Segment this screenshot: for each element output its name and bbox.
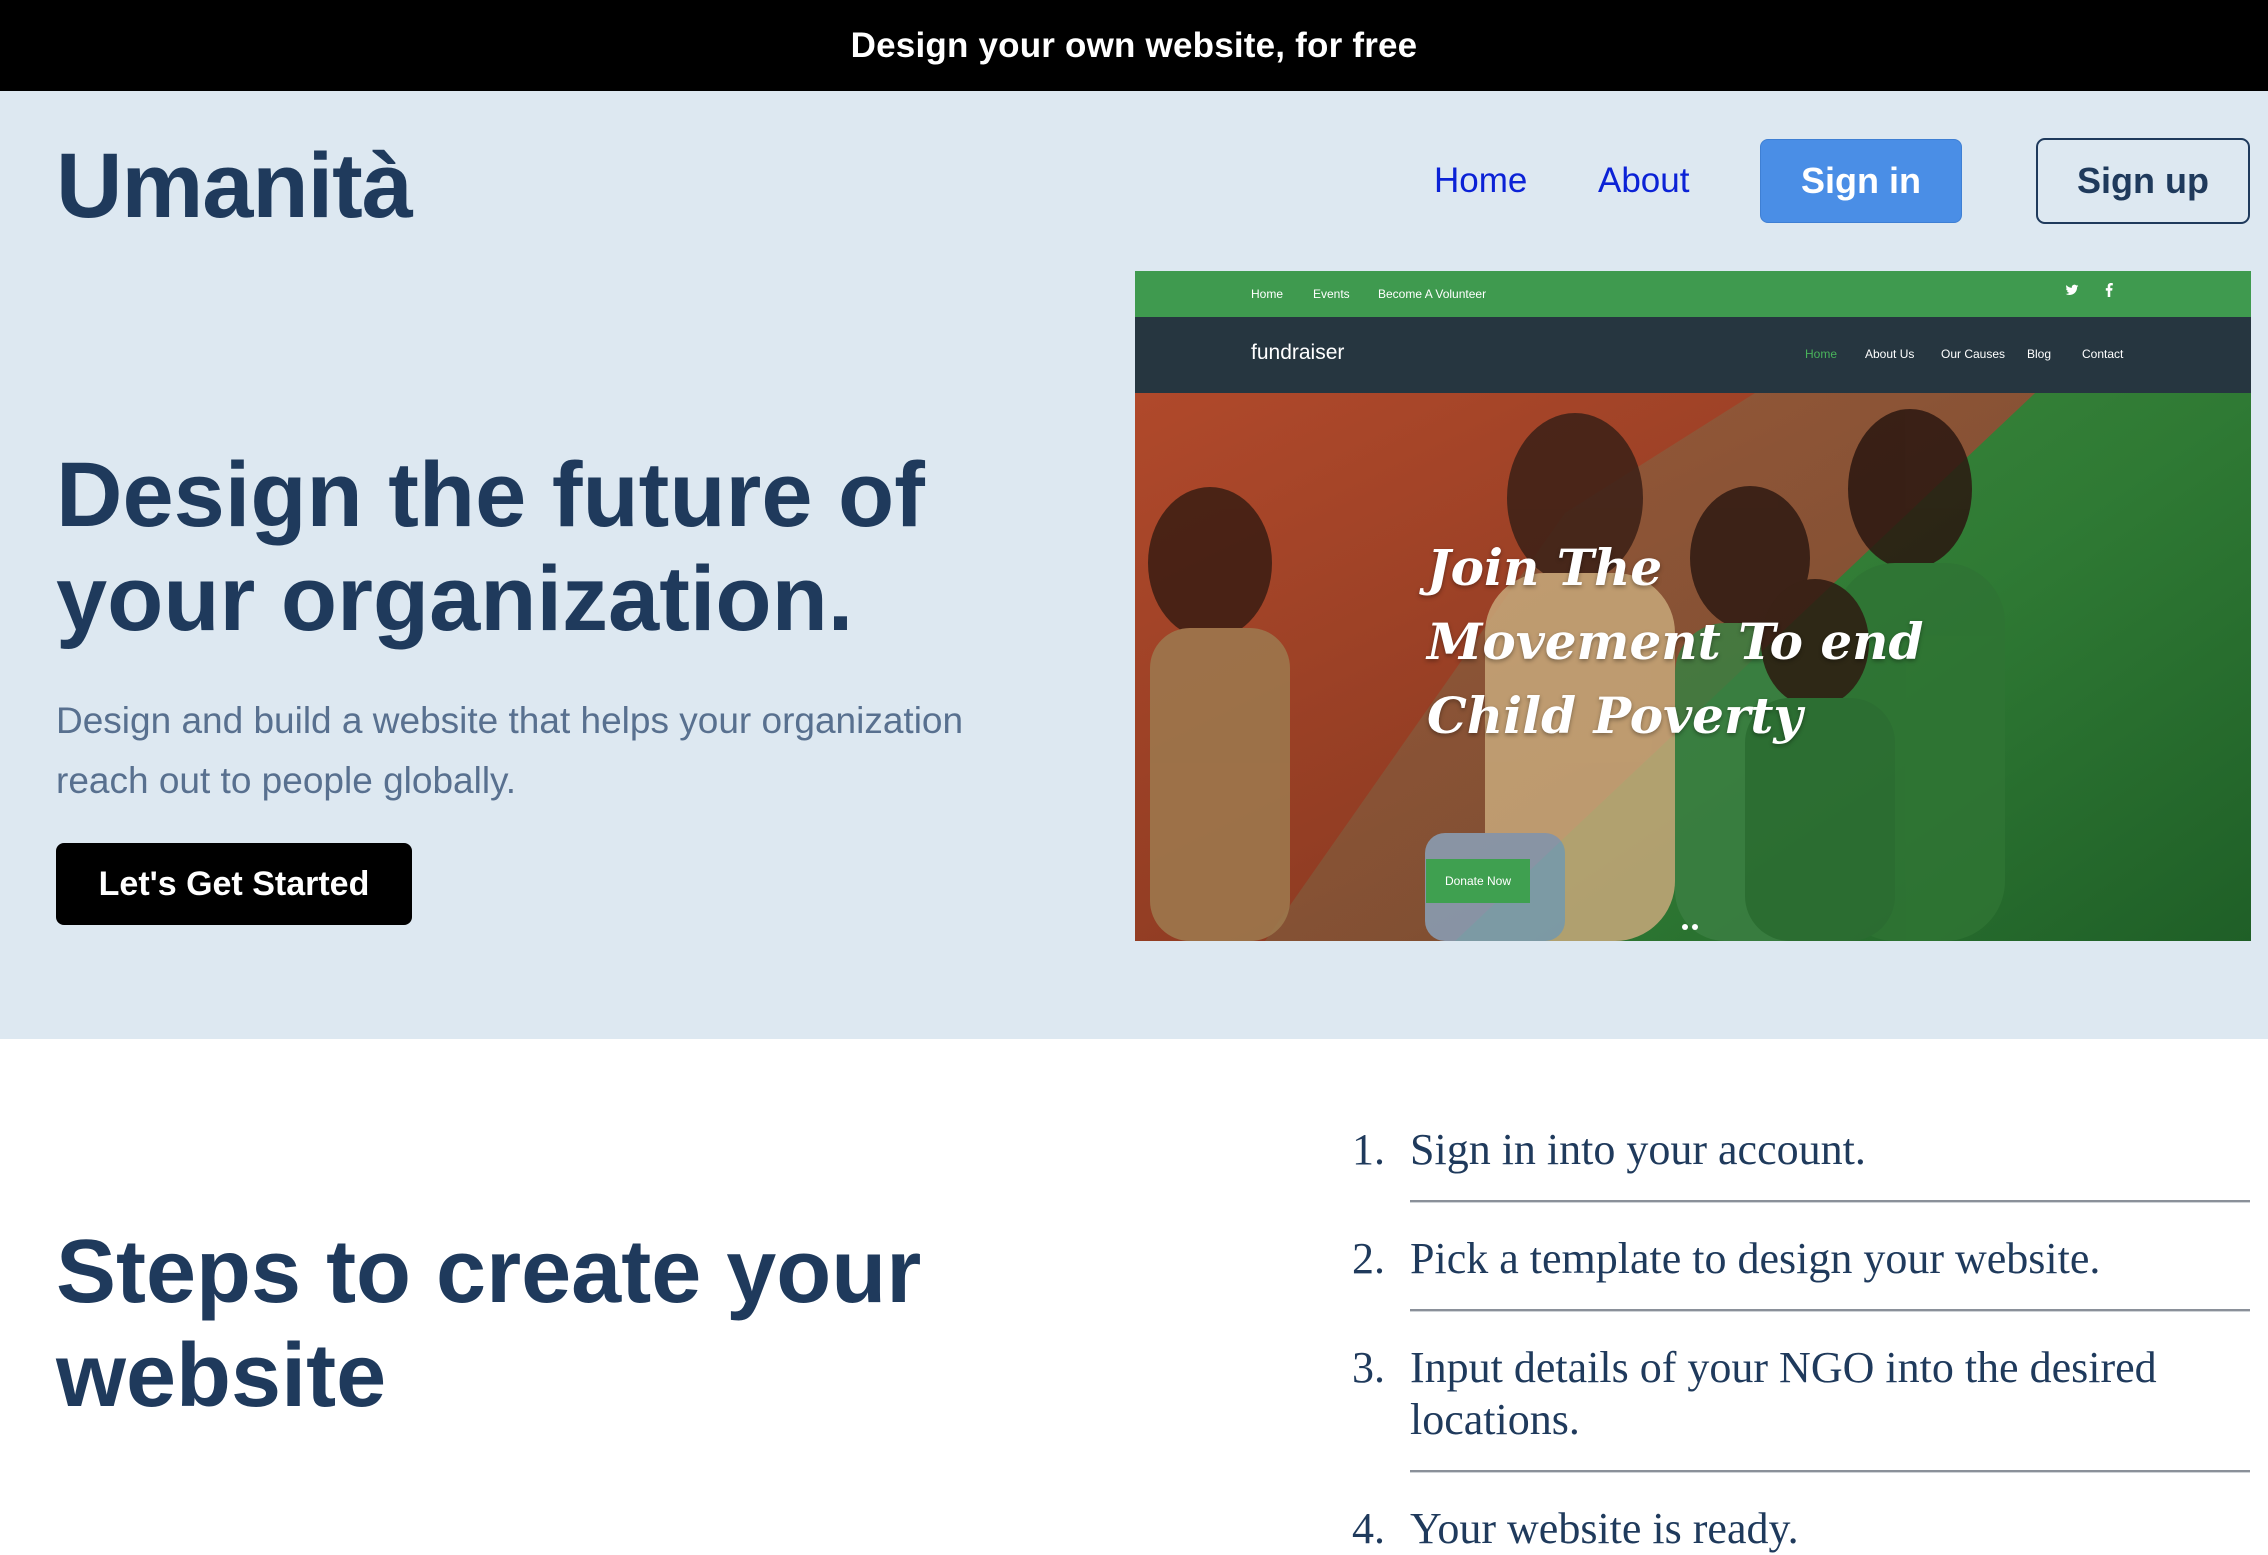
step-divider [1410, 1470, 2250, 1473]
step-divider [1410, 1200, 2250, 1203]
step-item: 1. Sign in into your account. [1352, 1124, 2250, 1203]
preview-topbar: Home Events Become A Volunteer [1135, 271, 2251, 317]
step-text: Sign in into your account. [1410, 1125, 1866, 1174]
step-text: Input details of your NGO into the desir… [1410, 1343, 2157, 1444]
step-number: 1. [1352, 1125, 1385, 1174]
nav-link-about[interactable]: About [1598, 159, 1689, 203]
twitter-icon [2065, 283, 2079, 300]
preview-topbar-link-volunteer: Become A Volunteer [1378, 287, 1487, 301]
preview-brand: fundraiser [1251, 341, 1345, 364]
sign-up-button[interactable]: Sign up [2036, 138, 2250, 224]
step-item: 4. Your website is ready. [1352, 1503, 2250, 1555]
template-preview: Home Events Become A Volunteer fundraise… [1135, 271, 2251, 941]
step-number: 3. [1352, 1343, 1385, 1392]
preview-nav-causes: Our Causes [1941, 347, 2006, 361]
banner-text: Design your own website, for free [850, 25, 1418, 65]
preview-nav-blog: Blog [2027, 347, 2052, 361]
step-number: 4. [1352, 1504, 1385, 1553]
step-divider [1410, 1309, 2250, 1312]
preview-headline-line: Movement To end [1427, 612, 1924, 671]
get-started-button[interactable]: Let's Get Started [56, 843, 412, 925]
preview-headline: Join The Movement To end Child Poverty [1427, 531, 1987, 753]
preview-nav-home: Home [1805, 347, 1838, 361]
preview-topbar-link-events: Events [1313, 287, 1350, 301]
preview-donate-button: Donate Now [1426, 859, 1530, 903]
preview-topbar-link-home: Home [1251, 287, 1284, 301]
preview-headline-line: Child Poverty [1427, 686, 1803, 745]
carousel-dots-icon [1682, 924, 1698, 930]
steps-title: Steps to create your website [56, 1222, 922, 1426]
facebook-icon [2104, 283, 2114, 300]
step-item: 3. Input details of your NGO into the de… [1352, 1342, 2250, 1473]
hero-subtitle: Design and build a website that helps yo… [56, 700, 964, 801]
announcement-banner: Design your own website, for free [0, 0, 2268, 91]
step-item: 2. Pick a template to design your websit… [1352, 1233, 2250, 1312]
sign-in-button[interactable]: Sign in [1760, 139, 1962, 223]
preview-nav-contact: Contact [2082, 347, 2124, 361]
preview-navbar: fundraiser Home About Us Our Causes Blog… [1135, 317, 2251, 393]
nav-link-home[interactable]: Home [1434, 159, 1527, 203]
hero-title: Design the future of your organization. [56, 444, 925, 650]
site-logo[interactable]: Umanità [56, 131, 413, 241]
step-number: 2. [1352, 1234, 1385, 1283]
preview-nav-about: About Us [1865, 347, 1915, 361]
step-text: Pick a template to design your website. [1410, 1234, 2101, 1283]
steps-list: 1. Sign in into your account. 2. Pick a … [1352, 1124, 2250, 1555]
preview-headline-line: Join The [1427, 538, 1663, 597]
step-text: Your website is ready. [1410, 1504, 1799, 1553]
